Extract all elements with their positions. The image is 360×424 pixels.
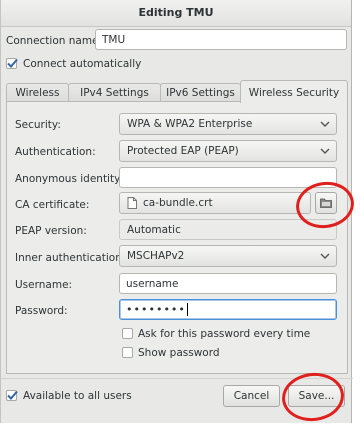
peap-version-dropdown[interactable]: Automatic xyxy=(119,219,337,240)
anonymous-identity-field[interactable] xyxy=(119,167,337,188)
text-cursor xyxy=(186,303,188,316)
tab-bar: Wireless IPv4 Settings IPv6 Settings Wir… xyxy=(6,80,348,103)
tab-wireless-security[interactable]: Wireless Security xyxy=(240,80,348,103)
password-value: •••••••• xyxy=(126,303,186,316)
folder-icon xyxy=(320,198,332,208)
chevron-down-icon xyxy=(320,148,330,154)
ca-certificate-chooser[interactable]: ca-bundle.crt xyxy=(119,192,311,214)
peap-version-label: PEAP version: xyxy=(15,225,87,237)
ask-password-checkbox[interactable] xyxy=(122,328,133,339)
dialog-window: Editing TMU Connection name: TMU Connect… xyxy=(0,0,353,423)
chevron-down-icon xyxy=(320,121,330,127)
ask-password-label: Ask for this password every time xyxy=(138,328,311,340)
connection-name-value: TMU xyxy=(102,33,126,46)
cancel-button[interactable]: Cancel xyxy=(223,385,280,407)
checkmark-icon xyxy=(7,390,18,400)
tab-wireless[interactable]: Wireless xyxy=(6,83,69,102)
inner-authentication-dropdown[interactable]: MSCHAPv2 xyxy=(119,245,337,267)
password-label: Password: xyxy=(15,305,68,317)
file-icon xyxy=(127,197,137,209)
footer-divider xyxy=(1,378,353,379)
inner-authentication-label: Inner authentication: xyxy=(15,252,126,264)
security-label: Security: xyxy=(15,119,61,131)
security-dropdown[interactable]: WPA & WPA2 Enterprise xyxy=(119,113,337,135)
connection-name-field[interactable]: TMU xyxy=(95,29,347,50)
tab-ipv6-settings[interactable]: IPv6 Settings xyxy=(160,83,241,102)
show-password-checkbox[interactable] xyxy=(122,347,133,358)
available-all-users-checkbox[interactable] xyxy=(6,390,18,401)
tab-ipv4-settings[interactable]: IPv4 Settings xyxy=(68,83,161,102)
authentication-dropdown[interactable]: Protected EAP (PEAP) xyxy=(119,140,337,162)
authentication-value: Protected EAP (PEAP) xyxy=(127,145,239,157)
peap-version-value: Automatic xyxy=(127,223,181,236)
chevron-down-icon xyxy=(320,253,330,259)
show-password-label: Show password xyxy=(138,347,220,359)
anonymous-identity-label: Anonymous identity: xyxy=(15,173,124,185)
ca-certificate-value: ca-bundle.crt xyxy=(143,197,213,209)
username-label: Username: xyxy=(15,279,73,291)
ca-certificate-browse-button[interactable] xyxy=(315,192,337,214)
inner-authentication-value: MSCHAPv2 xyxy=(127,250,185,262)
checkmark-icon xyxy=(7,58,18,68)
window-title: Editing TMU xyxy=(1,0,351,27)
connection-name-label: Connection name: xyxy=(6,35,103,47)
security-value: WPA & WPA2 Enterprise xyxy=(127,118,253,130)
ca-certificate-label: CA certificate: xyxy=(15,199,90,211)
connect-automatically-checkbox[interactable] xyxy=(6,58,18,69)
username-value: username xyxy=(126,277,179,290)
authentication-label: Authentication: xyxy=(15,146,96,158)
connect-automatically-label: Connect automatically xyxy=(23,58,142,70)
username-field[interactable]: username xyxy=(119,273,337,294)
password-field[interactable]: •••••••• xyxy=(119,299,337,320)
save-button[interactable]: Save... xyxy=(288,385,345,407)
available-all-users-label: Available to all users xyxy=(23,390,132,402)
